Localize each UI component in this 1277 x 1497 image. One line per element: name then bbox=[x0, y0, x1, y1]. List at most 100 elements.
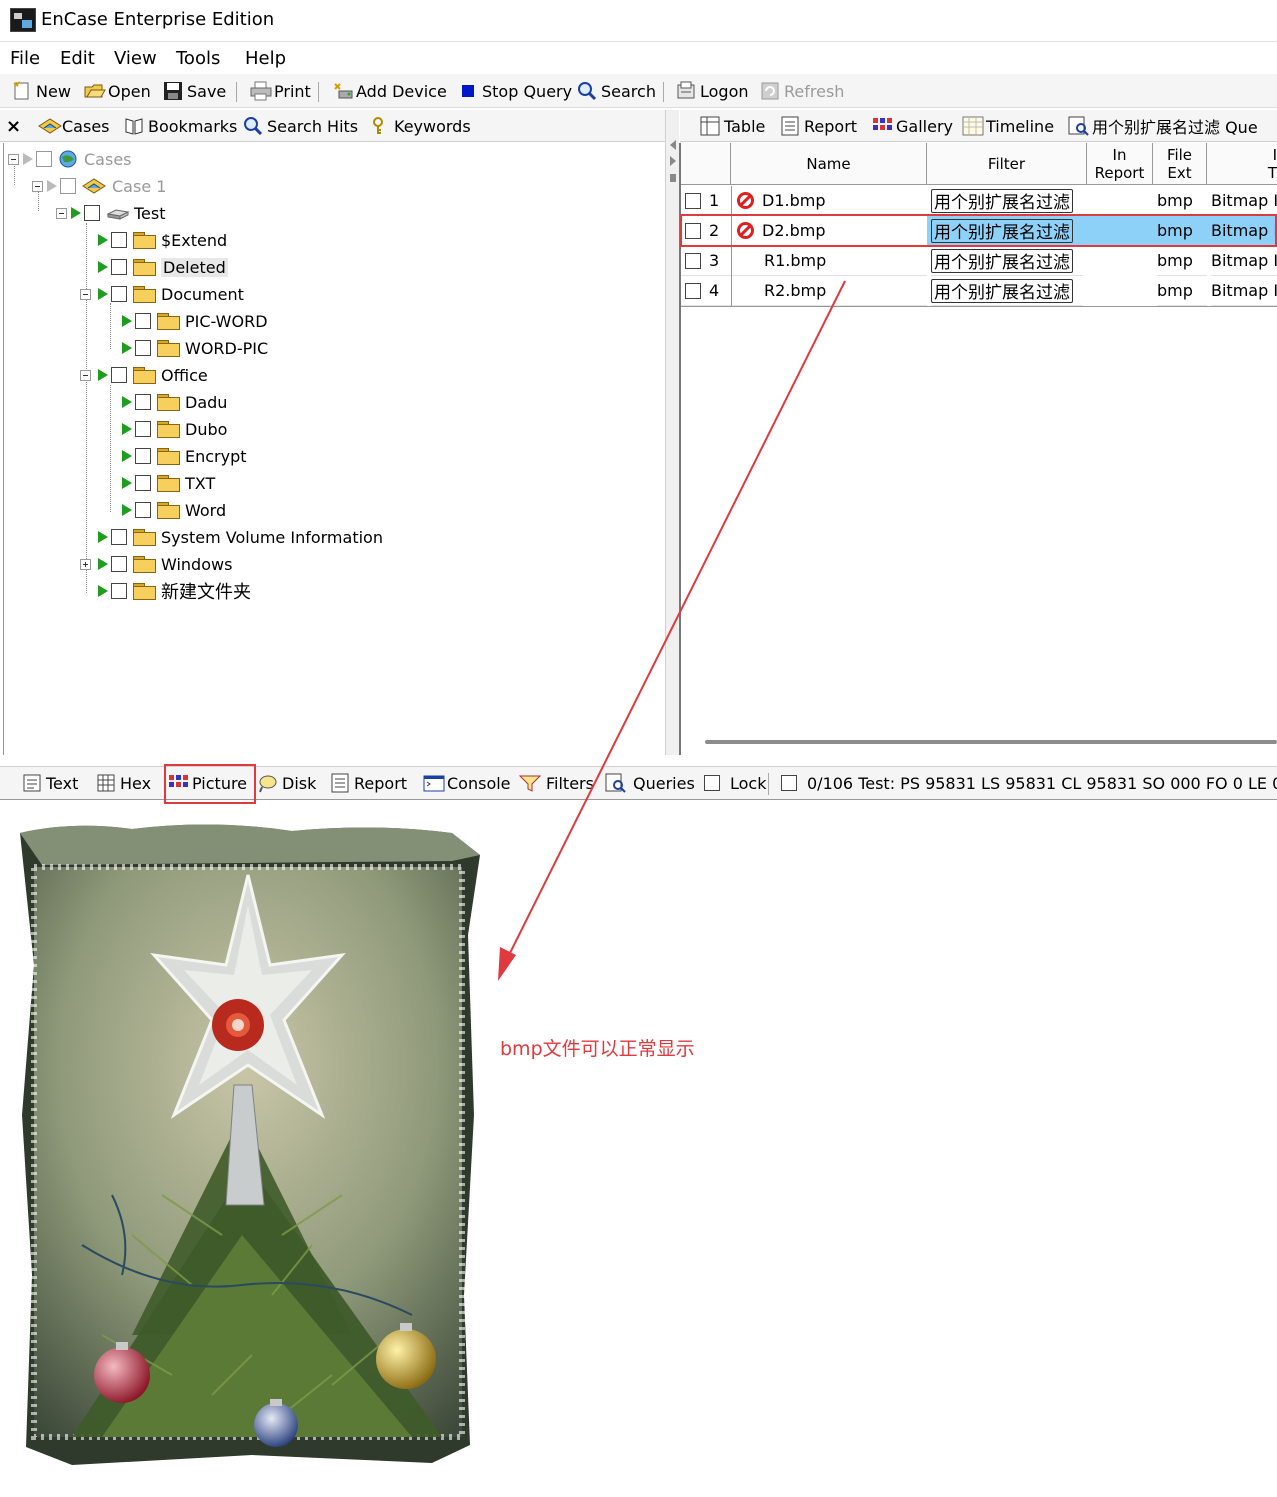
refresh-button[interactable]: Refresh bbox=[760, 79, 844, 103]
tab-text[interactable]: Text bbox=[22, 771, 78, 795]
tab-bookmarks[interactable]: Bookmarks bbox=[124, 114, 237, 138]
tree-node-txt[interactable]: TXT bbox=[122, 471, 215, 495]
menu-file[interactable]: File bbox=[10, 48, 40, 69]
column-header-in-report[interactable]: In Report bbox=[1087, 143, 1153, 185]
console-icon bbox=[423, 773, 445, 793]
tree-node-test[interactable]: Test bbox=[56, 201, 166, 225]
tree-node-label: $Extend bbox=[161, 230, 228, 250]
tree-node-dadu[interactable]: Dadu bbox=[122, 390, 227, 414]
tab-disk[interactable]: Disk bbox=[258, 771, 316, 795]
tree-node-word[interactable]: Word bbox=[122, 498, 226, 522]
new-button[interactable]: New bbox=[12, 79, 71, 103]
header-line: File bbox=[1166, 145, 1193, 164]
collapse-toggle-icon[interactable] bbox=[80, 288, 91, 300]
tree-node-cases[interactable]: Cases bbox=[8, 147, 132, 171]
print-label: Print bbox=[274, 81, 311, 101]
tab-search-hits[interactable]: Search Hits bbox=[243, 114, 358, 138]
gallery-icon bbox=[872, 116, 892, 136]
tab-keywords[interactable]: Keywords bbox=[370, 114, 471, 138]
tree-checkbox[interactable] bbox=[60, 178, 76, 194]
tree-node-label: Encrypt bbox=[185, 446, 247, 466]
close-pane-button[interactable]: × bbox=[6, 114, 21, 138]
collapse-toggle-icon[interactable] bbox=[56, 207, 67, 219]
menu-edit[interactable]: Edit bbox=[60, 48, 95, 69]
open-label: Open bbox=[108, 81, 151, 101]
column-header-name[interactable]: Name bbox=[731, 143, 927, 185]
tab-query-filter[interactable]: 用个别扩展名过滤 Que bbox=[1068, 114, 1258, 138]
tree-node-word-pic[interactable]: WORD-PIC bbox=[122, 336, 268, 360]
menu-tools[interactable]: Tools bbox=[176, 48, 220, 69]
search-button[interactable]: Search bbox=[577, 79, 656, 103]
hard-drive-icon bbox=[106, 203, 130, 223]
tree-checkbox[interactable] bbox=[111, 232, 127, 248]
tab-report[interactable]: Report bbox=[780, 114, 857, 138]
add-device-button[interactable]: Add Device bbox=[332, 79, 447, 103]
row-checkbox[interactable] bbox=[685, 192, 701, 209]
tree-node-dubo[interactable]: Dubo bbox=[122, 417, 227, 441]
tree-checkbox[interactable] bbox=[111, 367, 127, 383]
tree-checkbox[interactable] bbox=[135, 502, 151, 518]
tree-checkbox[interactable] bbox=[36, 151, 52, 167]
tree-checkbox[interactable] bbox=[135, 340, 151, 356]
tree-checkbox[interactable] bbox=[111, 286, 127, 302]
collapse-toggle-icon[interactable] bbox=[80, 369, 91, 381]
open-button[interactable]: Open bbox=[84, 79, 151, 103]
tree-node-office[interactable]: Office bbox=[80, 363, 208, 387]
tab-timeline[interactable]: Timeline bbox=[962, 114, 1054, 138]
row-checkbox[interactable] bbox=[685, 252, 701, 269]
tree-node-extend[interactable]: $Extend bbox=[98, 228, 227, 252]
tree-node-case-1[interactable]: Case 1 bbox=[32, 174, 166, 198]
column-header-filter[interactable]: Filter bbox=[927, 143, 1087, 185]
tree-checkbox[interactable] bbox=[135, 394, 151, 410]
tab-table[interactable]: Table bbox=[700, 114, 765, 138]
name-cell: R1.bmp bbox=[731, 246, 927, 276]
tab-report-bottom[interactable]: Report bbox=[330, 771, 407, 795]
tree-checkbox[interactable] bbox=[135, 421, 151, 437]
tree-node-windows[interactable]: Windows bbox=[80, 552, 232, 576]
column-header-file-ext[interactable]: File Ext bbox=[1153, 143, 1207, 185]
collapse-toggle-icon[interactable] bbox=[8, 153, 19, 165]
tree-checkbox[interactable] bbox=[84, 205, 100, 221]
tree-checkbox[interactable] bbox=[135, 313, 151, 329]
row-number: 3 bbox=[709, 251, 720, 270]
collapse-toggle-icon[interactable] bbox=[32, 180, 43, 192]
folder-icon bbox=[157, 448, 180, 465]
tree-checkbox[interactable] bbox=[111, 556, 127, 572]
header-line: T bbox=[1267, 163, 1277, 182]
menu-help[interactable]: Help bbox=[245, 48, 286, 69]
tab-gallery[interactable]: Gallery bbox=[872, 114, 953, 138]
tree-node-pic-word[interactable]: PIC-WORD bbox=[122, 309, 268, 333]
save-button[interactable]: Save bbox=[163, 79, 226, 103]
tab-report-label: Report bbox=[354, 773, 408, 793]
tree-node-document[interactable]: Document bbox=[80, 282, 244, 306]
tree-checkbox[interactable] bbox=[111, 259, 127, 275]
text-view-icon bbox=[22, 773, 42, 793]
tree-node-encrypt[interactable]: Encrypt bbox=[122, 444, 247, 468]
tab-hex[interactable]: Hex bbox=[96, 771, 151, 795]
folder-icon bbox=[133, 286, 156, 303]
tree-node-label: 新建文件夹 bbox=[161, 582, 251, 603]
logon-button[interactable]: Logon bbox=[676, 79, 749, 103]
folder-icon bbox=[157, 340, 180, 357]
tree-checkbox[interactable] bbox=[111, 529, 127, 545]
tree-node-new-folder[interactable]: 新建文件夹 bbox=[98, 579, 251, 603]
name-cell: D1.bmp bbox=[731, 186, 927, 216]
expand-toggle-icon[interactable] bbox=[80, 558, 91, 570]
tree-checkbox[interactable] bbox=[135, 475, 151, 491]
tree-checkbox[interactable] bbox=[135, 448, 151, 464]
tab-disk-label: Disk bbox=[282, 773, 317, 793]
column-header-file-type[interactable]: I T bbox=[1207, 143, 1277, 185]
tab-cases[interactable]: Cases bbox=[38, 114, 110, 138]
tree-checkbox[interactable] bbox=[111, 583, 127, 599]
tree-node-deleted[interactable]: Deleted bbox=[98, 255, 228, 279]
tab-bookmarks-label: Bookmarks bbox=[148, 116, 238, 136]
stop-query-button[interactable]: Stop Query bbox=[458, 79, 572, 103]
tree-node-label: System Volume Information bbox=[161, 527, 383, 547]
print-button[interactable]: Print bbox=[250, 79, 311, 103]
tree-node-label: TXT bbox=[185, 473, 216, 493]
tree-node-system-volume-information[interactable]: System Volume Information bbox=[98, 525, 383, 549]
folder-icon bbox=[157, 421, 180, 438]
tree-node-label: Test bbox=[134, 203, 166, 223]
menu-bar: File Edit View Tools Help bbox=[0, 44, 1277, 74]
menu-view[interactable]: View bbox=[114, 48, 157, 69]
